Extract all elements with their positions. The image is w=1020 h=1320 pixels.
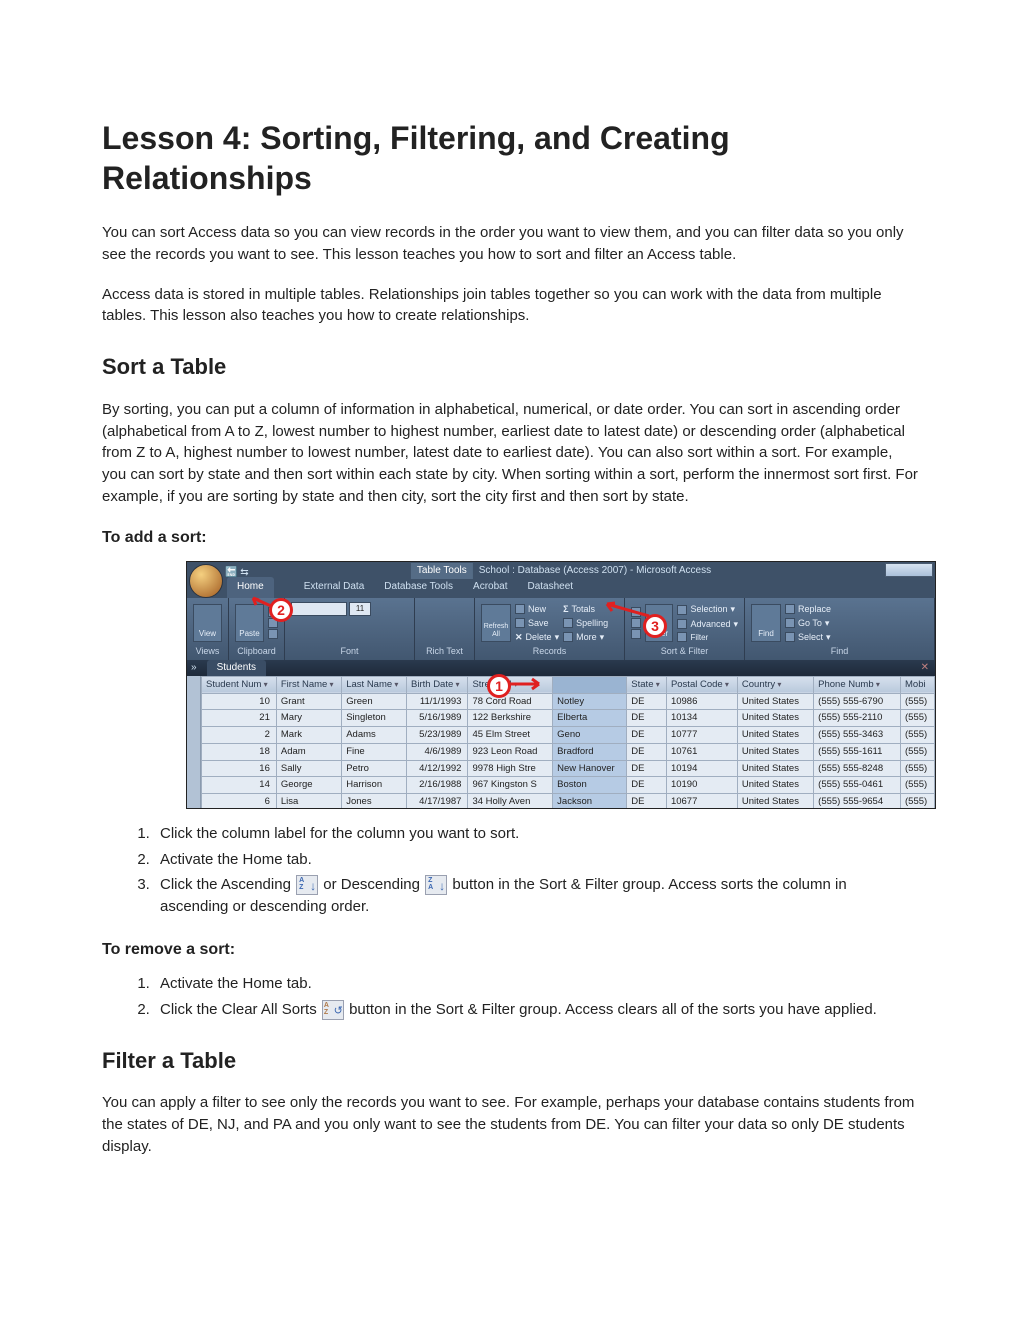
- add-step-1: Click the column label for the column yo…: [154, 823, 918, 845]
- ascending-sort-icon: [296, 875, 318, 895]
- group-label-views: Views: [193, 645, 222, 658]
- more-icon: [563, 632, 573, 642]
- remove-step-2: Click the Clear All Sorts button in the …: [154, 999, 918, 1021]
- window-title: School : Database (Access 2007) - Micros…: [479, 564, 711, 579]
- toggle-filter-icon: [677, 632, 687, 642]
- advanced-icon: [677, 619, 687, 629]
- group-label-find: Find: [751, 645, 928, 658]
- col-state: State: [627, 676, 667, 693]
- group-label-font: Font: [291, 645, 408, 658]
- col-student-num: Student Num: [202, 676, 277, 693]
- selection-icon: [677, 605, 687, 615]
- office-button-icon: [189, 564, 223, 598]
- find-button: Find: [751, 604, 781, 642]
- table-row: 6LisaJones4/17/198734 Holly AvenJacksonD…: [202, 794, 935, 809]
- callout-3-arrow: [603, 598, 651, 622]
- object-tab-students: Students: [207, 660, 266, 677]
- clear-sorts-icon: [631, 629, 641, 639]
- heading-sort-table: Sort a Table: [102, 351, 918, 383]
- close-tab-icon: ✕: [921, 661, 929, 676]
- table-row: 16SallyPetro4/12/19929978 High StreNew H…: [202, 760, 935, 777]
- intro-paragraph-1: You can sort Access data so you can view…: [102, 222, 918, 266]
- group-label-richtext: Rich Text: [421, 645, 468, 658]
- table-row: 18AdamFine4/6/1989923 Leon RoadBradfordD…: [202, 743, 935, 760]
- filter-paragraph: You can apply a filter to see only the r…: [102, 1092, 918, 1157]
- table-row: 2MarkAdams5/23/198945 Elm StreetGenoDE10…: [202, 727, 935, 744]
- select-icon: [785, 632, 795, 642]
- nav-pane-toggle-icon: »: [191, 661, 197, 676]
- view-button: View: [193, 604, 222, 642]
- ribbon-tabs: Home External Data Database Tools Acroba…: [187, 580, 935, 598]
- remove-step-1: Activate the Home tab.: [154, 973, 918, 995]
- quick-access-toolbar: 🔚 ⇆: [225, 566, 249, 581]
- table-row: 21MarySingleton5/16/1989122 BerkshireElb…: [202, 710, 935, 727]
- replace-icon: [785, 604, 795, 614]
- new-record-icon: [515, 604, 525, 614]
- heading-filter-table: Filter a Table: [102, 1045, 918, 1077]
- tab-database-tools: Database Tools: [374, 577, 463, 598]
- group-label-sortfilter: Sort & Filter: [631, 645, 738, 658]
- tab-external-data: External Data: [294, 577, 375, 598]
- tab-acrobat: Acrobat: [463, 577, 517, 598]
- access-screenshot: 🔚 ⇆ Table Tools School : Database (Acces…: [186, 561, 936, 809]
- intro-paragraph-2: Access data is stored in multiple tables…: [102, 284, 918, 328]
- add-step-3: Click the Ascending or Descending button…: [154, 874, 918, 918]
- tab-datasheet: Datasheet: [518, 577, 584, 598]
- save-record-icon: [515, 618, 525, 628]
- callout-1: 1: [487, 674, 511, 698]
- descending-sort-icon: [425, 875, 447, 895]
- datasheet-grid: Student Num First Name Last Name Birth D…: [187, 676, 935, 809]
- row-header-gutter: [187, 676, 201, 809]
- col-birth-date: Birth Date: [407, 676, 468, 693]
- table-row: 10GrantGreen11/1/199378 Cord RoadNotleyD…: [202, 693, 935, 710]
- heading-add-sort: To add a sort:: [102, 526, 918, 549]
- callout-1-arrow: [505, 676, 545, 694]
- window-buttons-icon: [885, 563, 933, 577]
- font-size-box: 11: [349, 602, 371, 616]
- table-row: 14GeorgeHarrison2/16/1988967 Kingston SB…: [202, 777, 935, 794]
- format-painter-icon: [268, 629, 278, 639]
- add-step-2: Activate the Home tab.: [154, 849, 918, 871]
- refresh-all-button: Refresh All: [481, 604, 511, 642]
- remove-sort-steps: Activate the Home tab. Click the Clear A…: [154, 973, 918, 1021]
- col-mobile: Mobi: [901, 676, 935, 693]
- col-phone: Phone Numb: [814, 676, 901, 693]
- col-first-name: First Name: [276, 676, 341, 693]
- contextual-tab-label: Table Tools: [411, 563, 473, 580]
- col-last-name: Last Name: [342, 676, 407, 693]
- clear-sorts-icon: [322, 1000, 344, 1020]
- heading-remove-sort: To remove a sort:: [102, 938, 918, 961]
- callout-3: 3: [643, 614, 667, 638]
- col-postal: Postal Code: [666, 676, 737, 693]
- col-country: Country: [737, 676, 813, 693]
- add-sort-steps: Click the column label for the column yo…: [154, 823, 918, 918]
- goto-icon: [785, 618, 795, 628]
- group-label-clipboard: Clipboard: [235, 645, 278, 658]
- sort-paragraph: By sorting, you can put a column of info…: [102, 399, 918, 508]
- column-header-row: Student Num First Name Last Name Birth D…: [202, 676, 935, 693]
- col-city-selected: [553, 676, 627, 693]
- ribbon: View Views Paste Clipboard 11: [187, 598, 935, 660]
- spelling-icon: [563, 618, 573, 628]
- page-title: Lesson 4: Sorting, Filtering, and Creati…: [102, 118, 918, 198]
- group-label-records: Records: [481, 645, 618, 658]
- callout-2: 2: [269, 598, 293, 622]
